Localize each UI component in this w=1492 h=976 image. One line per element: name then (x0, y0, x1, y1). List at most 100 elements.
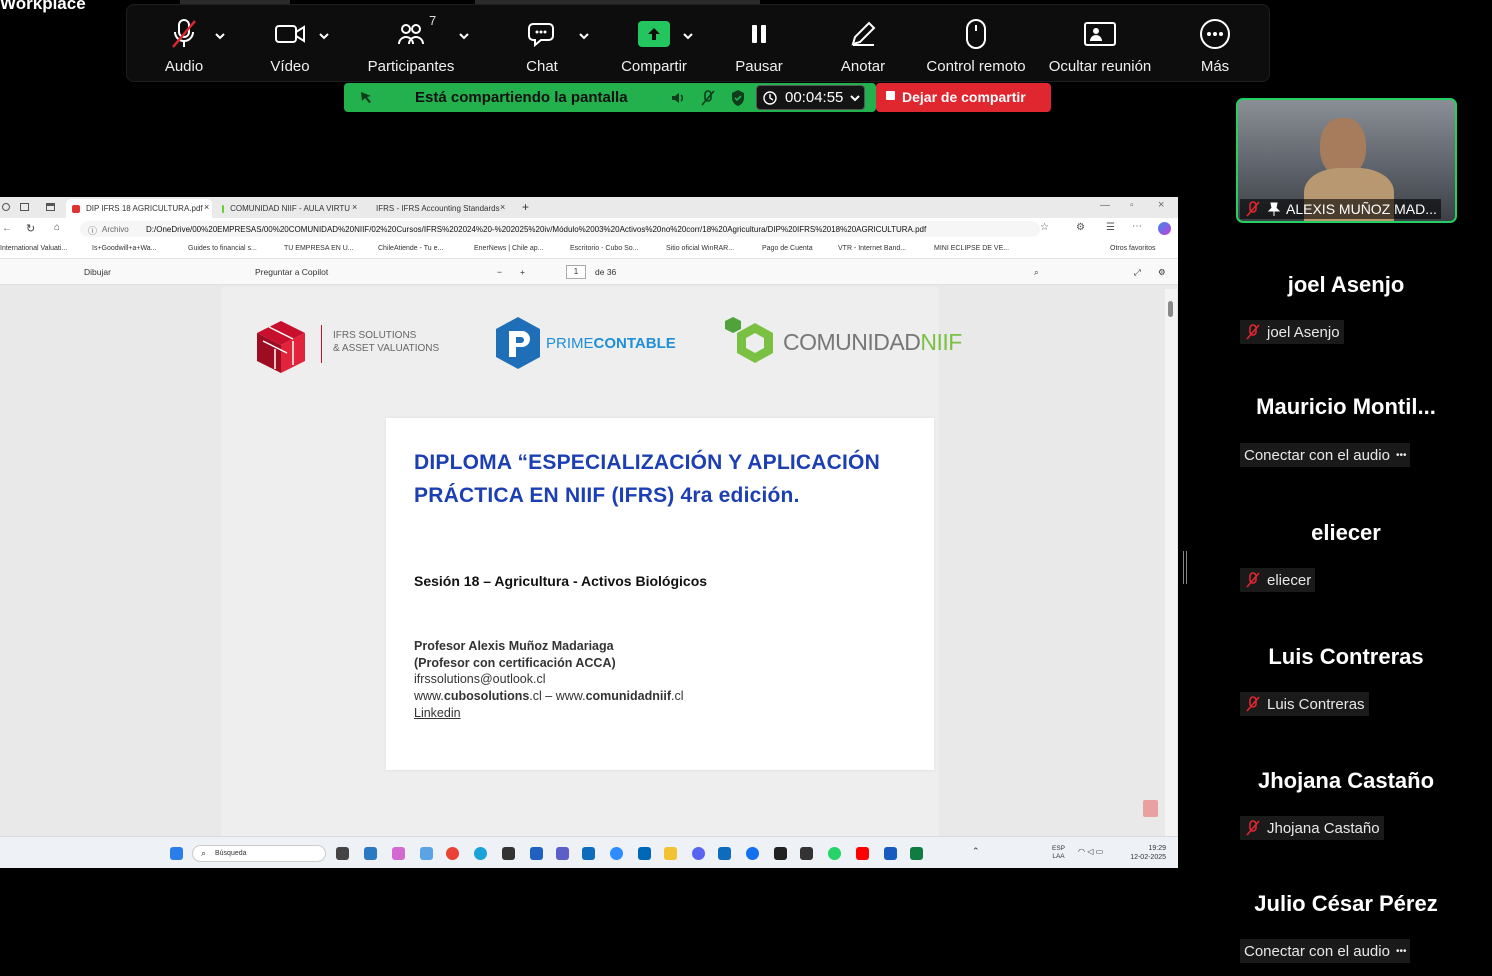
audio-button[interactable]: Audio (157, 15, 211, 81)
url-field[interactable]: ⓘ Archivo D:/OneDrive/00%20EMPRESAS/00%2… (80, 221, 1040, 237)
acrobat-icon[interactable] (1143, 800, 1158, 817)
participants-button[interactable]: Participantes (363, 15, 459, 81)
wifi-icon[interactable]: ◠ ◁ ▭ (1078, 847, 1103, 856)
bookmark-item[interactable]: Guides to financial s... (188, 245, 257, 252)
refresh-icon[interactable]: ↻ (26, 222, 35, 235)
taskbar-search[interactable]: ⌕ Búsqueda (192, 845, 326, 862)
app-icon[interactable] (420, 847, 433, 860)
bookmark-item[interactable]: Pago de Cuenta (762, 245, 813, 252)
zoom-icon[interactable] (610, 847, 623, 860)
app-icon[interactable] (638, 847, 651, 860)
participant-tag[interactable]: Jhojana Castaño (1240, 816, 1384, 840)
chrome-icon[interactable] (446, 847, 459, 860)
home-icon[interactable]: ⌂ (54, 222, 60, 233)
back-icon[interactable]: ← (2, 223, 12, 234)
favorites-icon[interactable]: ☰ (1106, 222, 1115, 233)
connect-audio-tag[interactable]: Conectar con el audio ••• (1240, 443, 1411, 467)
bookmark-item[interactable]: International Valuati... (0, 245, 67, 252)
minimize-icon[interactable]: — (1100, 200, 1110, 211)
zoom-out-icon[interactable]: − (497, 267, 502, 277)
remote-control-button[interactable]: Control remoto (921, 15, 1031, 81)
shield-icon[interactable] (730, 89, 746, 107)
zoom-in-icon[interactable]: + (520, 267, 525, 277)
bookmark-item[interactable]: EnerNews | Chile ap... (474, 245, 544, 252)
close-window-icon[interactable]: × (1158, 199, 1164, 211)
youtube-icon[interactable] (856, 847, 869, 860)
word-icon[interactable] (884, 847, 897, 860)
meeting-timer[interactable]: 00:04:55 (756, 85, 865, 110)
favorite-star-icon[interactable]: ☆ (1040, 222, 1049, 233)
fullscreen-icon[interactable]: ⤢ (1134, 267, 1141, 278)
app-icon[interactable] (502, 847, 515, 860)
search-icon[interactable]: ⌕ (1034, 267, 1039, 278)
app-icon[interactable] (746, 847, 759, 860)
draw-button[interactable]: Dibujar (84, 267, 111, 277)
discord-icon[interactable] (692, 847, 705, 860)
hide-meeting-button[interactable]: Ocultar reunión (1045, 15, 1155, 81)
close-tab-icon[interactable]: × (204, 202, 209, 212)
drag-handle-icon[interactable] (358, 89, 374, 105)
bookmark-item[interactable]: ChileAtiende - Tu e... (378, 245, 443, 252)
extensions-icon[interactable]: ⚙ (1076, 222, 1085, 233)
chevron-down-icon[interactable] (577, 29, 591, 43)
chevron-down-icon[interactable] (317, 29, 331, 43)
bookmark-item[interactable]: Is+Goodwill+a+Wa... (92, 245, 157, 252)
chevron-down-icon[interactable] (213, 29, 227, 43)
ask-copilot-button[interactable]: Preguntar a Copilot (255, 267, 328, 277)
bookmark-item[interactable]: VTR - Internet Band... (838, 245, 906, 252)
mail-icon[interactable] (718, 847, 731, 860)
page-number-input[interactable]: 1 (566, 265, 586, 279)
panel-resize-handle[interactable] (1183, 551, 1187, 584)
file-explorer-icon[interactable] (664, 847, 677, 860)
whatsapp-icon[interactable] (828, 847, 841, 860)
bookmark-item[interactable]: TU EMPRESA EN U... (284, 245, 354, 252)
task-view-icon[interactable] (336, 847, 349, 860)
teams-icon[interactable] (556, 847, 569, 860)
workspaces-icon[interactable] (20, 203, 29, 211)
windows-start-icon[interactable] (170, 847, 183, 860)
outlook-icon[interactable] (582, 847, 595, 860)
copilot-icon[interactable] (1158, 222, 1171, 235)
close-tab-icon[interactable]: × (352, 202, 357, 212)
chevron-up-icon[interactable]: ⌃ (972, 846, 980, 857)
stop-sharing-button[interactable]: Dejar de compartir (876, 83, 1051, 112)
bookmark-item[interactable]: Escritorio - Cubo So... (570, 245, 638, 252)
excel-icon[interactable] (910, 847, 923, 860)
active-speaker-video[interactable]: ALEXIS MUÑOZ MAD... (1236, 98, 1457, 223)
participant-tag[interactable]: eliecer (1240, 568, 1316, 592)
chevron-down-icon[interactable] (681, 29, 695, 43)
menu-icon[interactable]: ⋯ (1132, 221, 1142, 232)
app-icon[interactable] (774, 847, 787, 860)
bookmark-item[interactable]: MINI ECLIPSE DE VE... (934, 245, 1009, 252)
linkedin-link[interactable]: Linkedin (414, 706, 461, 720)
tab-pdf[interactable]: DIP IFRS 18 AGRICULTURA.pdf (66, 199, 212, 218)
participant-tag[interactable]: Luis Contreras (1240, 692, 1369, 716)
bookmark-item[interactable]: Sitio oficial WinRAR... (666, 245, 734, 252)
language-indicator[interactable]: ESP LAA (1052, 845, 1065, 861)
pause-button[interactable]: Pausar (729, 15, 789, 81)
tab-ifrs[interactable]: IFRS - IFRS Accounting Standards (364, 199, 500, 218)
video-button[interactable]: Vídeo (263, 15, 317, 81)
chevron-down-icon[interactable] (457, 29, 471, 43)
tab-actions-icon[interactable] (46, 203, 55, 211)
app-icon[interactable] (530, 847, 543, 860)
scroll-thumb[interactable] (1168, 301, 1173, 317)
settings-icon[interactable]: ⚙ (1158, 267, 1166, 278)
tab-comunidad[interactable]: COMUNIDAD NIIF - AULA VIRTU (216, 199, 356, 218)
clock[interactable]: 19:29 12-02-2025 (1128, 844, 1166, 862)
pdf-scrollbar[interactable] (1165, 289, 1177, 836)
microphone-muted-icon[interactable] (700, 89, 716, 107)
speaker-icon[interactable] (670, 90, 686, 106)
profile-icon[interactable] (2, 203, 10, 211)
share-button[interactable]: Compartir (617, 15, 691, 81)
participant-tag[interactable]: joel Asenjo (1240, 320, 1344, 344)
new-tab-icon[interactable]: + (522, 200, 529, 214)
close-tab-icon[interactable]: × (500, 202, 505, 212)
more-button[interactable]: Más (1185, 15, 1245, 81)
copilot-app-icon[interactable] (392, 847, 405, 860)
widgets-icon[interactable] (364, 847, 377, 860)
annotate-button[interactable]: Anotar (833, 15, 893, 81)
app-icon[interactable] (800, 847, 813, 860)
maximize-icon[interactable]: ▫ (1130, 200, 1134, 211)
connect-audio-tag[interactable]: Conectar con el audio ••• (1240, 939, 1411, 963)
